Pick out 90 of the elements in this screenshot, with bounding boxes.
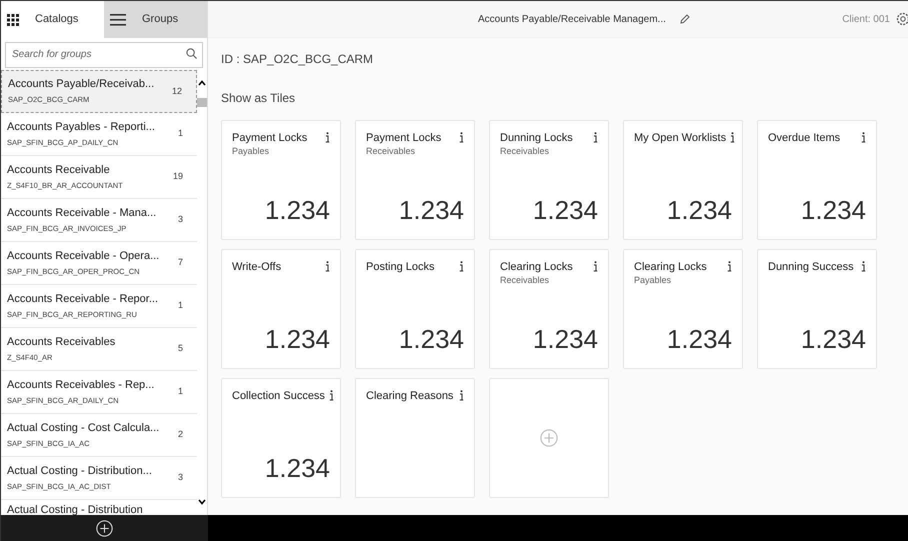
tile-title: Posting Locks [366,260,434,274]
group-title: Accounts Receivable - Repor... [7,292,160,306]
tile-subtitle: Payables [634,274,672,286]
add-group-icon [96,520,113,536]
tile-count: 1 [178,385,183,398]
info-icon[interactable] [861,261,866,272]
tile-title: My Open Worklists [634,131,726,145]
tile-title: Clearing Locks [500,260,573,274]
tile-subtitle: Receivables [500,274,550,286]
group-title: Actual Costing - Distribution [7,504,144,515]
info-icon[interactable] [727,261,732,272]
group-title: Actual Costing - Cost Calcula... [7,422,160,434]
tile-value: 1.234 [398,197,464,223]
tile-subtitle: Receivables [366,145,416,157]
tile-count: 5 [178,342,183,356]
tile-subtitle: Payables [232,145,270,157]
tile-title: Payment Locks [366,131,442,145]
group-id-label: ID : SAP_O2C_BCG_CARM [221,51,374,68]
tile-title: Collection Success [232,389,325,403]
info-icon[interactable] [328,390,334,401]
sidebar-tab[interactable]: Groups [104,1,207,38]
tile-value: 1.234 [666,326,732,352]
info-icon[interactable] [593,132,598,143]
tile-count: 19 [172,170,183,184]
info-icon[interactable] [325,261,330,272]
tile[interactable]: Clearing Reasons [355,378,475,498]
tile-title: Clearing Locks [634,260,707,274]
tile-value: 1.234 [666,197,732,223]
tile-count: 3 [178,213,183,226]
tile-value: 1.234 [800,326,866,352]
add-tile-button[interactable] [489,378,609,498]
tile[interactable]: Clearing Locks Payables 1.234 [623,249,743,369]
group-title: Accounts Receivable - Opera... [7,250,160,262]
tile-subtitle: Receivables [500,145,550,157]
tile-count: 2 [178,428,183,442]
section-title: Show as Tiles [221,90,296,107]
tile-title: Dunning Success [768,260,854,274]
tile-value: 1.234 [264,197,330,223]
client-label: Client: 001 [842,12,890,26]
tile-count: 1 [178,127,183,140]
pencil-icon[interactable] [680,14,690,24]
info-icon[interactable] [730,132,736,143]
tile[interactable]: Posting Locks 1.234 [355,249,475,369]
tile-value: 1.234 [800,197,866,223]
tile-title: Payment Locks [232,131,308,145]
tile[interactable]: Payment Locks Receivables 1.234 [355,120,475,240]
tile-count: 7 [178,256,183,270]
tile[interactable]: Dunning Locks Receivables 1.234 [489,120,609,240]
search-field[interactable]: Search for groups [5,42,203,68]
menu-icon [110,14,126,26]
scroll-thumb[interactable] [197,98,207,107]
tile-title: Write-Offs [232,260,282,274]
tile[interactable]: Payment Locks Payables 1.234 [221,120,341,240]
group-title: Accounts Receivables [7,336,116,348]
tile-title: Clearing Reasons [366,389,454,403]
tile[interactable]: Dunning Success 1.234 [757,249,877,369]
tile-count: 3 [178,471,183,484]
tile[interactable]: Collection Success 1.234 [221,378,341,498]
tile-title: Overdue Items [768,131,840,145]
tile[interactable]: Clearing Locks Receivables 1.234 [489,249,609,369]
tile-count: 12 [172,84,182,98]
scroll-down-icon[interactable] [198,499,206,505]
tile-value: 1.234 [398,326,464,352]
info-icon[interactable] [459,261,464,272]
info-icon[interactable] [593,261,598,272]
group-title: Accounts Receivable [7,164,111,176]
group-title: Accounts Payables - Reporti... [7,120,156,134]
search-icon[interactable] [186,48,197,59]
info-icon[interactable] [459,132,464,143]
tile-value: 1.234 [532,197,598,223]
group-title: Accounts Receivables - Rep... [7,378,156,392]
add-icon [540,429,558,447]
grid-icon [7,14,19,26]
info-icon[interactable] [325,132,330,143]
tile-value: 1.234 [532,326,598,352]
scroll-up-icon[interactable] [198,80,206,86]
tile[interactable]: Write-Offs 1.234 [221,249,341,369]
settings-icon[interactable] [896,12,908,26]
tile-value: 1.234 [264,326,330,352]
group-title: Actual Costing - Distribution... [7,464,153,478]
info-icon[interactable] [861,132,866,143]
tile-title: Dunning Locks [500,131,573,145]
tile-count: 1 [178,299,183,312]
tile[interactable]: My Open Worklists 1.234 [623,120,743,240]
info-icon[interactable] [459,390,464,401]
group-title: Accounts Payable/Receivab... [8,78,156,91]
tile-value: 1.234 [264,455,330,481]
tile[interactable]: Overdue Items 1.234 [757,120,877,240]
group-title: Accounts Receivable - Mana... [7,206,158,220]
group-name: Accounts Payable/Receivable Managem... [478,12,666,26]
